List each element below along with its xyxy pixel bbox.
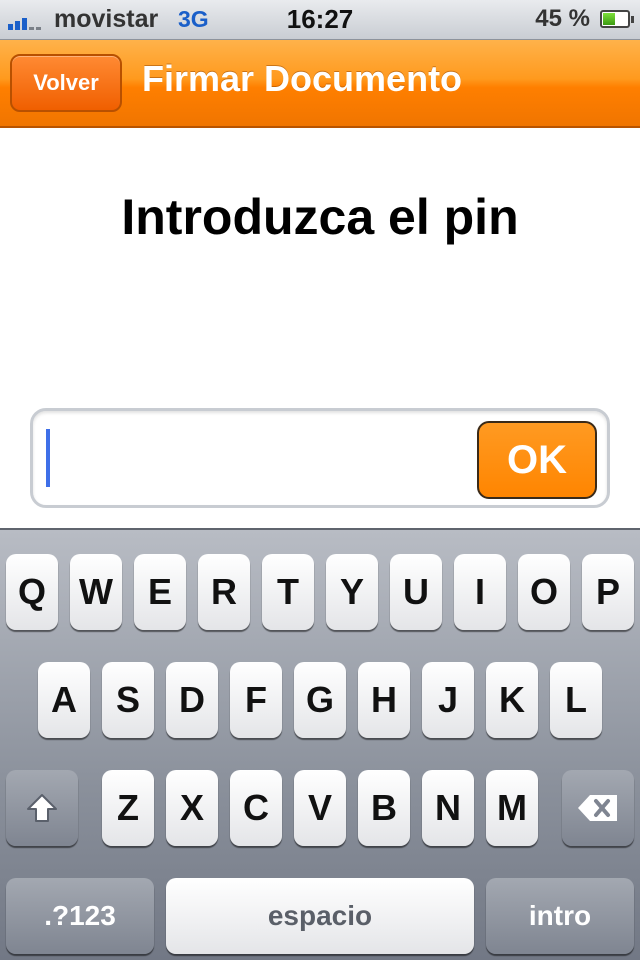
key[interactable]: T bbox=[262, 554, 314, 630]
key[interactable]: E bbox=[134, 554, 186, 630]
key[interactable]: J bbox=[422, 662, 474, 738]
pin-prompt: Introduzca el pin bbox=[121, 189, 519, 245]
navigation-bar: Volver Firmar Documento bbox=[0, 40, 640, 128]
pin-input[interactable] bbox=[41, 421, 481, 499]
key[interactable]: R bbox=[198, 554, 250, 630]
key[interactable]: V bbox=[294, 770, 346, 846]
key[interactable]: W bbox=[70, 554, 122, 630]
battery-percentage: 45 % bbox=[535, 5, 590, 32]
shift-icon bbox=[27, 794, 57, 822]
key[interactable]: Z bbox=[102, 770, 154, 846]
shift-key[interactable] bbox=[6, 770, 78, 846]
space-key[interactable]: espacio bbox=[166, 878, 474, 954]
key[interactable]: U bbox=[390, 554, 442, 630]
numbers-key[interactable]: .?123 bbox=[6, 878, 154, 954]
key[interactable]: Q bbox=[6, 554, 58, 630]
page-title: Firmar Documento bbox=[142, 58, 463, 99]
on-screen-keyboard: Q W E R T Y U I O P A S D F G H J K L Z … bbox=[0, 528, 640, 960]
key[interactable]: O bbox=[518, 554, 570, 630]
key[interactable]: A bbox=[38, 662, 90, 738]
key[interactable]: X bbox=[166, 770, 218, 846]
pin-entry-container: OK bbox=[30, 408, 610, 508]
backspace-icon bbox=[578, 795, 617, 821]
key[interactable]: H bbox=[358, 662, 410, 738]
battery-icon bbox=[600, 10, 634, 28]
key[interactable]: I bbox=[454, 554, 506, 630]
key[interactable]: S bbox=[102, 662, 154, 738]
key[interactable]: N bbox=[422, 770, 474, 846]
key[interactable]: P bbox=[582, 554, 634, 630]
key[interactable]: D bbox=[166, 662, 218, 738]
key[interactable]: F bbox=[230, 662, 282, 738]
key[interactable]: L bbox=[550, 662, 602, 738]
key[interactable]: B bbox=[358, 770, 410, 846]
back-button[interactable]: Volver bbox=[10, 54, 122, 112]
key[interactable]: C bbox=[230, 770, 282, 846]
key[interactable]: M bbox=[486, 770, 538, 846]
key[interactable]: Y bbox=[326, 554, 378, 630]
status-bar: movistar 3G 16:27 45 % bbox=[0, 0, 640, 40]
backspace-key[interactable] bbox=[562, 770, 634, 846]
key[interactable]: K bbox=[486, 662, 538, 738]
battery-fill bbox=[603, 13, 615, 25]
key[interactable]: G bbox=[294, 662, 346, 738]
text-caret bbox=[46, 429, 50, 487]
return-key[interactable]: intro bbox=[486, 878, 634, 954]
ok-button[interactable]: OK bbox=[477, 421, 597, 499]
